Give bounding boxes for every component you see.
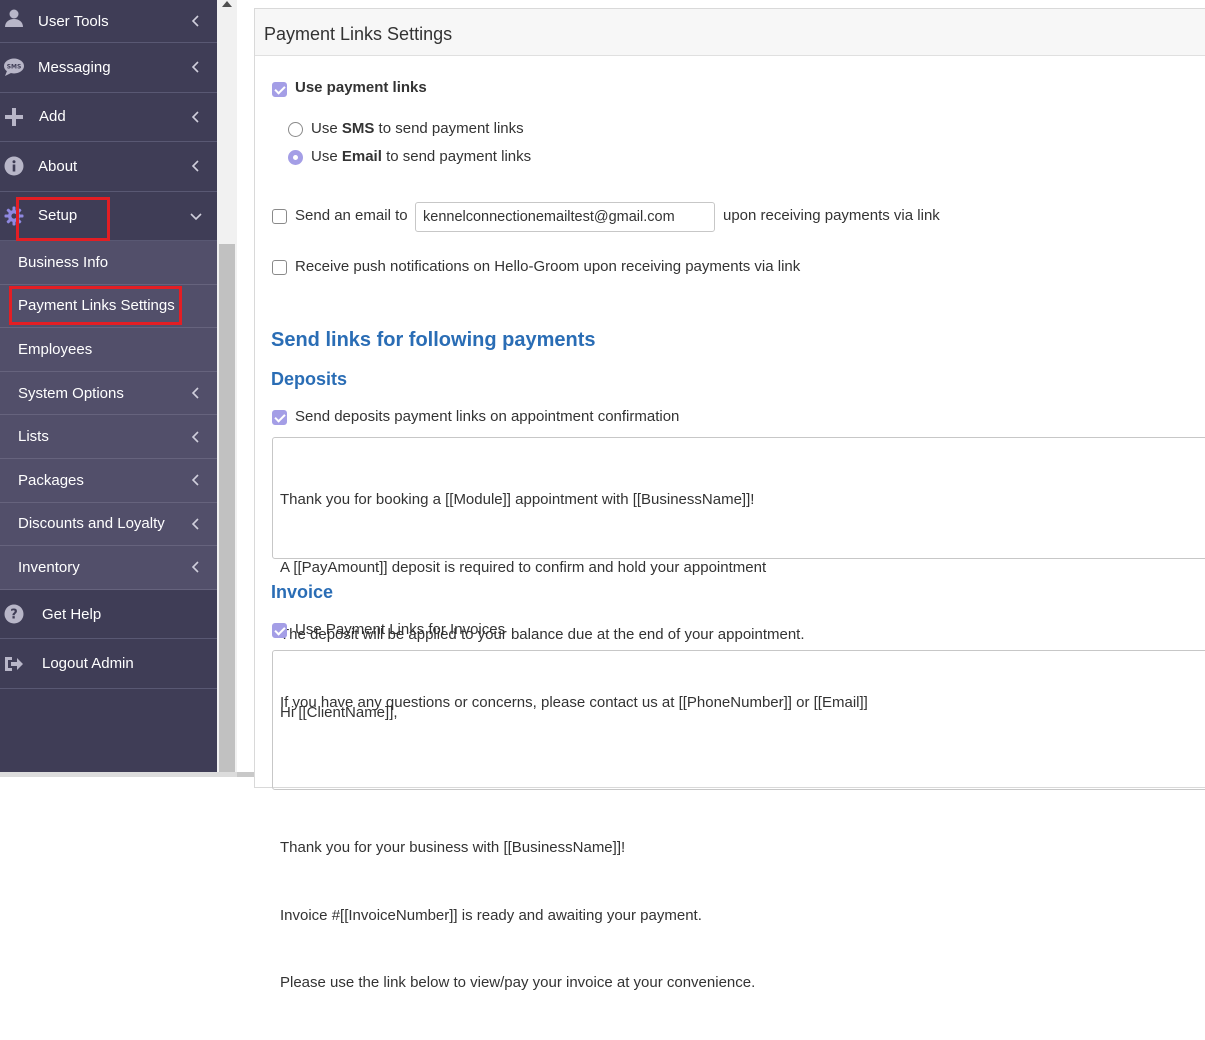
message-line: Please use the link below to view/pay yo… <box>280 974 756 991</box>
sidebar-subitem-inventory[interactable]: Inventory <box>0 546 217 590</box>
sidebar: User Tools SMS Messaging Add About Setup… <box>0 0 217 772</box>
chevron-left-icon <box>190 111 202 123</box>
use-payment-links-label: Use payment links <box>295 79 427 96</box>
sidebar-item-user-tools[interactable]: User Tools <box>0 0 217 43</box>
push-notifications-label: Receive push notifications on Hello-Groo… <box>295 258 801 275</box>
sidebar-item-label: Get Help <box>42 605 102 623</box>
sidebar-subitem-packages[interactable]: Packages <box>0 458 217 503</box>
email-radio-label: Use Email to send payment links <box>311 148 532 165</box>
chevron-down-icon <box>190 210 202 222</box>
sidebar-subitem-label: Inventory <box>18 558 80 576</box>
info-icon <box>3 155 25 177</box>
vertical-scrollbar[interactable] <box>217 0 237 772</box>
invoice-checkbox-label: Use Payment Links for Invoices <box>295 621 506 638</box>
chevron-left-icon <box>190 474 202 486</box>
send-email-label: Send an email to <box>295 207 408 224</box>
invoice-checkbox[interactable] <box>272 623 287 638</box>
sms-radio-label: Use SMS to send payment links <box>311 120 524 137</box>
sidebar-subitem-label: Lists <box>18 428 49 446</box>
panel-title: Payment Links Settings <box>255 9 1205 56</box>
chevron-left-icon <box>190 15 202 27</box>
chevron-left-icon <box>190 387 202 399</box>
message-line: A [[PayAmount]] deposit is required to c… <box>280 558 767 576</box>
sidebar-subitem-label: Payment Links Settings <box>18 297 175 315</box>
svg-text:?: ? <box>10 608 18 623</box>
user-icon <box>3 7 25 29</box>
deposits-checkbox[interactable] <box>272 410 287 425</box>
sidebar-item-label: Messaging <box>38 58 111 76</box>
sidebar-subitem-label: Employees <box>18 340 93 358</box>
sidebar-subitem-business-info[interactable]: Business Info <box>0 241 217 285</box>
sidebar-subitem-label: System Options <box>18 384 124 402</box>
deposits-heading: Deposits <box>271 369 348 389</box>
notify-email-input[interactable] <box>415 202 715 232</box>
scrollbar-thumb[interactable] <box>219 244 235 772</box>
send-links-heading: Send links for following payments <box>271 329 596 351</box>
sms-icon: SMS <box>3 56 25 78</box>
message-line <box>280 770 1205 793</box>
chevron-left-icon <box>190 160 202 172</box>
chevron-left-icon <box>190 561 202 574</box>
send-email-suffix: upon receiving payments via link <box>723 207 940 224</box>
payment-links-panel: Payment Links Settings Use payment links… <box>254 8 1205 991</box>
sidebar-subitem-lists[interactable]: Lists <box>0 415 217 459</box>
sidebar-item-messaging[interactable]: SMS Messaging <box>0 43 217 93</box>
sidebar-subitem-discounts-and-loyalty[interactable]: Discounts and Loyalty <box>0 502 217 547</box>
use-payment-links-checkbox[interactable] <box>272 82 287 97</box>
sidebar-subitem-employees[interactable]: Employees <box>0 328 217 372</box>
sidebar-subitem-payment-links-settings[interactable]: Payment Links Settings <box>0 284 217 329</box>
sidebar-item-get-help[interactable]: ? Get Help <box>0 590 217 640</box>
logout-icon <box>3 653 25 675</box>
message-line: Invoice #[[InvoiceNumber]] is ready and … <box>280 906 702 924</box>
invoice-message-textarea[interactable]: Hi [[ClientName]], Thank you for your bu… <box>272 650 1205 991</box>
invoice-heading: Invoice <box>271 582 334 602</box>
sidebar-item-add[interactable]: Add <box>0 93 217 142</box>
sidebar-item-label: About <box>38 157 78 175</box>
sidebar-item-label: Add <box>39 108 66 126</box>
chevron-left-icon <box>190 61 202 73</box>
message-line: Hi [[ClientName]], <box>280 704 398 721</box>
sidebar-subitem-label: Discounts and Loyalty <box>18 515 165 533</box>
message-line: Thank you for booking a [[Module]] appoi… <box>280 491 755 508</box>
sidebar-item-about[interactable]: About <box>0 142 217 192</box>
sidebar-item-setup[interactable]: Setup <box>0 191 217 241</box>
gear-icon <box>3 205 25 227</box>
push-notifications-checkbox[interactable] <box>272 260 287 275</box>
sidebar-item-label: User Tools <box>38 12 109 30</box>
message-line: Thank you for your business with [[Busin… <box>280 839 626 856</box>
sidebar-subitem-label: Packages <box>18 471 84 489</box>
svg-text:SMS: SMS <box>7 64 22 71</box>
sidebar-item-label: Setup <box>38 207 78 225</box>
plus-icon <box>3 106 25 128</box>
chevron-left-icon <box>190 518 202 530</box>
sidebar-item-logout-admin[interactable]: Logout Admin <box>0 639 217 689</box>
scroll-up-icon[interactable] <box>222 1 232 7</box>
sms-radio[interactable] <box>288 122 303 137</box>
deposits-message-textarea[interactable]: Thank you for booking a [[Module]] appoi… <box>272 437 1205 711</box>
sidebar-subitem-label: Business Info <box>18 253 109 271</box>
sidebar-subitem-system-options[interactable]: System Options <box>0 371 217 416</box>
email-radio[interactable] <box>288 150 303 165</box>
deposits-checkbox-label: Send deposits payment links on appointme… <box>295 408 680 425</box>
chevron-left-icon <box>190 431 202 443</box>
question-icon: ? <box>3 603 25 625</box>
sidebar-item-label: Logout Admin <box>42 655 134 672</box>
send-email-checkbox[interactable] <box>272 209 287 224</box>
